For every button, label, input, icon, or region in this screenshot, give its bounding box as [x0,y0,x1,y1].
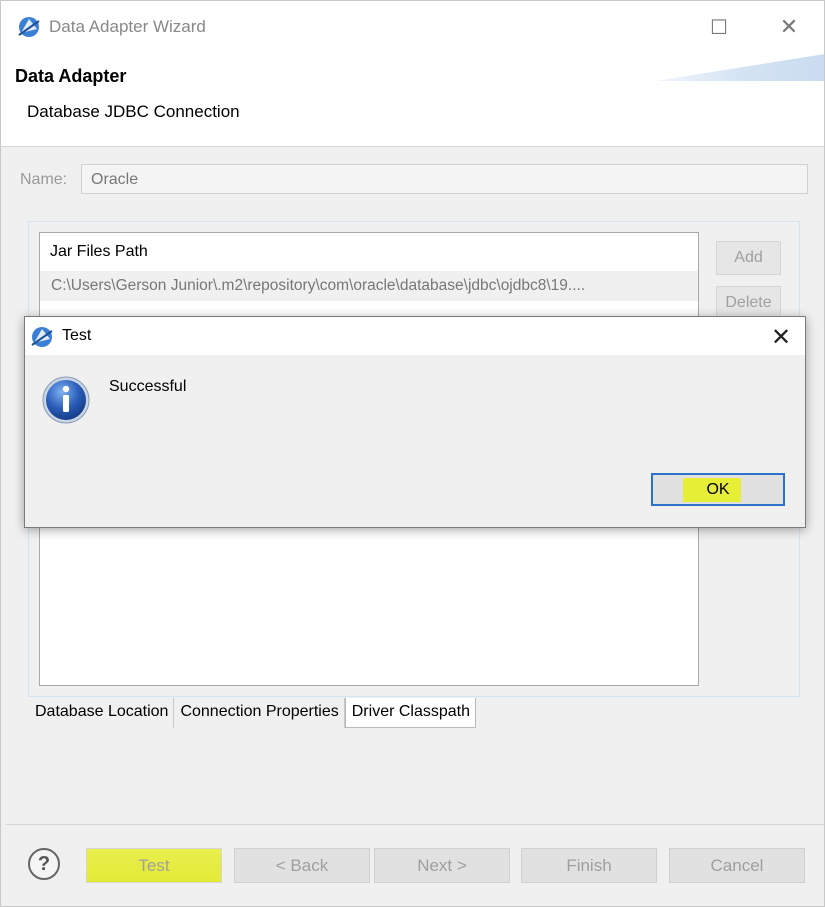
header-banner-decoration [655,53,824,81]
page-title: Data Adapter [15,66,127,86]
title-bar: Data Adapter Wizard ☐ ✕ [1,1,824,53]
ok-button[interactable]: OK [651,473,785,506]
tab-driver-classpath[interactable]: Driver Classpath [344,698,477,728]
table-header[interactable]: Jar Files Path [50,243,148,261]
next-button[interactable]: Next > [374,848,510,883]
table-row[interactable]: C:\Users\Gerson Junior\.m2\repository\co… [40,271,698,301]
data-adapter-wizard-window: Data Adapter Wizard ☐ ✕ Data Adapter Dat… [0,0,825,907]
name-label: Name: [20,171,68,188]
help-icon[interactable]: ? [28,848,60,880]
close-icon[interactable]: ✕ [766,9,812,45]
footer-divider [6,824,824,825]
dialog-title: Test [62,327,92,344]
tab-database-location[interactable]: Database Location [29,698,175,728]
dialog-title-bar: Test ✕ [25,317,805,355]
delete-button[interactable]: Delete [716,286,781,320]
wizard-header: Data Adapter Database JDBC Connection [1,53,824,147]
maximize-icon[interactable]: ☐ [696,9,742,45]
dialog-message: Successful [109,378,187,395]
tab-bar: Database Location Connection Properties … [29,698,477,728]
finish-button[interactable]: Finish [521,848,657,883]
close-icon[interactable]: ✕ [767,323,795,351]
back-button[interactable]: < Back [234,848,370,883]
app-logo-icon [18,17,40,37]
app-logo-icon [31,327,53,347]
tab-connection-properties[interactable]: Connection Properties [174,698,345,728]
window-title: Data Adapter Wizard [49,17,206,36]
ok-button-label: OK [706,480,730,498]
info-icon [42,376,90,424]
test-result-dialog: Test ✕ Successful OK [24,316,806,528]
add-button[interactable]: Add [716,241,781,275]
test-button[interactable]: Test [86,848,222,883]
page-subtitle: Database JDBC Connection [27,102,240,121]
name-field[interactable]: Oracle [81,164,808,194]
cancel-button[interactable]: Cancel [669,848,805,883]
